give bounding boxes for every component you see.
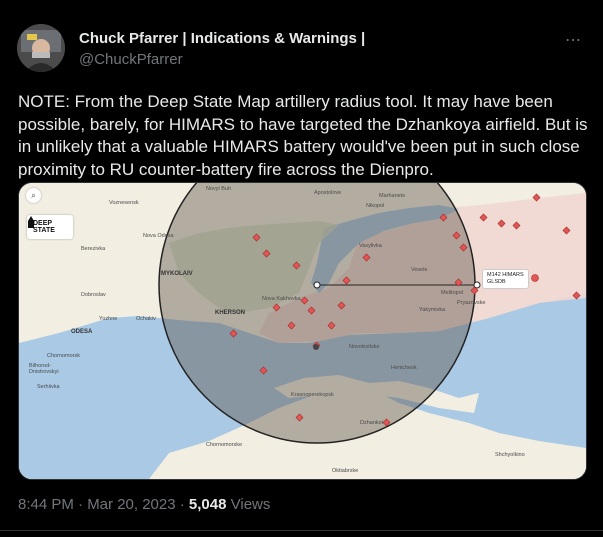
place-mykolaiv: MYKOLAIV	[161, 271, 193, 277]
place-marhanets: Marhanets	[379, 193, 405, 199]
place-novotroitske: Novotroitske	[349, 344, 380, 350]
tweet: Chuck Pfarrer | Indications & Warnings |…	[0, 0, 603, 537]
place-nova-odesa: Nova Odesa	[143, 233, 174, 239]
place-ochakiv: Ochakiv	[136, 316, 156, 322]
place-chornomorske: Chornomorske	[206, 442, 243, 448]
map-search-icon[interactable]: ⌕	[26, 188, 41, 203]
himars-label-line2: GLSDB	[487, 279, 506, 285]
avatar[interactable]	[17, 24, 65, 72]
avatar-image	[17, 24, 65, 72]
place-dzhankoi: Dzhankoi	[360, 420, 383, 426]
place-berezivka: Berezivka	[81, 246, 106, 252]
place-yuzhne: Yuzhne	[99, 316, 118, 322]
place-yakymivka: Yakymivka	[419, 307, 446, 313]
himars-label: M142 HIMARS GLSDB	[482, 269, 529, 289]
place-shchyolkino: Shchyolkino	[495, 452, 525, 458]
place-bilhorod: Bilhorod- Dnistrovskyi	[29, 363, 59, 375]
place-melitopol: Melitopol	[441, 290, 464, 296]
views-label: Views	[226, 496, 271, 513]
place-dobroslav: Dobroslav	[81, 292, 106, 298]
place-vasylivka: Vasylivka	[359, 243, 382, 249]
more-options-icon[interactable]: ⋯	[565, 30, 582, 50]
map-image[interactable]: ⌕ DEEP STATE M142 HIMARS GLSDB Novyi Buh…	[18, 182, 587, 480]
logo-line-1: DEEP	[33, 220, 53, 227]
place-pryazovske: Pryazovske	[457, 300, 486, 306]
place-serhiivka: Serhiivka	[37, 384, 60, 390]
author-name[interactable]: Chuck Pfarrer | Indications & Warnings |	[79, 30, 365, 47]
himars-label-line1: M142 HIMARS	[487, 272, 524, 278]
tweet-footer: 8:44 PM · Mar 20, 2023 · 5,048 Views	[18, 496, 270, 513]
logo-line-2: STATE	[33, 227, 55, 234]
place-novyi-buh: Novyi Buh	[206, 186, 232, 192]
place-nikopol: Nikopol	[366, 203, 385, 209]
place-vesele: Vesele	[411, 267, 428, 273]
place-voznesensk: Voznesensk	[109, 200, 139, 206]
place-apostolove: Apostolove	[314, 190, 342, 196]
deep-state-logo-icon	[28, 216, 34, 228]
place-odesa: ODESA	[71, 329, 93, 335]
place-oktiabrske: Oktiabrske	[332, 468, 359, 474]
timestamp[interactable]: 8:44 PM · Mar 20, 2023 ·	[18, 496, 189, 513]
divider	[0, 530, 603, 531]
tweet-text: NOTE: From the Deep State Map artillery …	[18, 92, 588, 179]
views-count: 5,048	[188, 496, 227, 513]
place-chornomorsk: Chornomorsk	[47, 353, 81, 359]
place-krasnoperekopsk: Krasnoperekopsk	[291, 392, 334, 398]
map-svg	[19, 183, 586, 479]
place-nova-kakhovka: Nova Kakhovka	[262, 296, 301, 302]
place-henichesk: Henichesk	[391, 365, 417, 371]
author-handle[interactable]: @ChuckPfarrer	[79, 51, 183, 68]
place-kherson: KHERSON	[215, 310, 246, 316]
deep-state-logo: DEEP STATE	[27, 215, 73, 239]
